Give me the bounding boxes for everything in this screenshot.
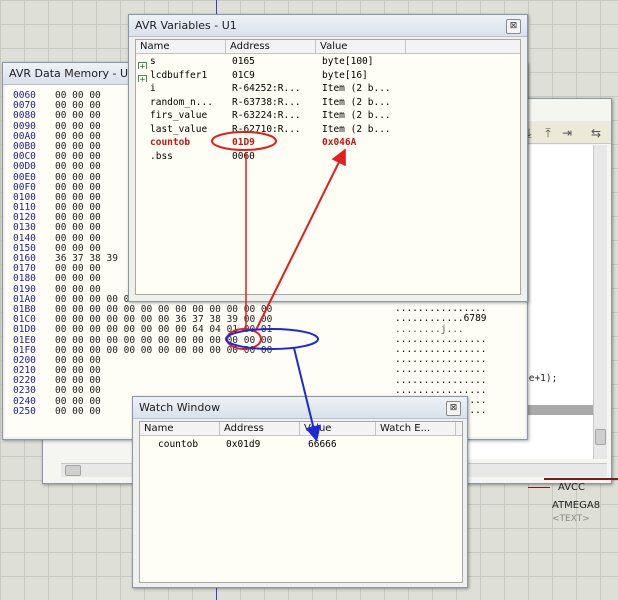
memory-ascii-row: ................ [395,364,487,376]
variable-name: firs_value [150,110,208,121]
code-vertical-scrollbar[interactable] [593,145,607,459]
watch-row-name: countob [158,439,199,450]
variable-name: lcdbuffer1 [150,69,208,81]
watch-window[interactable]: Watch Window ⊠ Name Address Value Watch … [132,396,468,588]
variable-name: countob [150,137,191,148]
watch-table: Name Address Value Watch E... countob 0x… [139,421,463,583]
chip-body-edge [544,478,618,480]
watch-header-expression[interactable]: Watch E... [376,422,456,435]
watch-header-address[interactable]: Address [220,422,300,435]
variable-name: s [150,56,156,67]
variable-row[interactable]: .bss 0060 [136,150,426,164]
variable-value: Item (2 b... [322,83,391,94]
avcc-pin-line [528,487,550,488]
variable-address: R-63738:R... [232,96,301,108]
memory-row-address: 0250 [13,405,36,417]
variable-value [316,150,426,164]
memory-row-bytes: 00 00 00 [55,405,101,417]
variables-window[interactable]: AVR Variables - U1 ⊠ Name Address Value … [128,14,528,302]
variable-row[interactable]: last_value R-62710:R... Item (2 b... [136,123,426,137]
variable-value: 0x046A [322,137,357,148]
variable-value: Item (2 b... [322,123,391,135]
variable-value: Item (2 b... [322,110,391,121]
memory-row-address: 01D0 [13,324,36,336]
watch-row-address: 0x01d9 [226,439,261,450]
code-hscroll-thumb[interactable] [65,465,81,476]
expand-icon[interactable]: + [138,61,147,69]
expand-icon[interactable]: + [138,75,147,82]
toggle-breakpoint-icon[interactable]: ⇆ [589,126,603,140]
variable-row[interactable]: + s 0165 byte[100] [136,55,426,69]
variable-name: last_value [150,123,208,135]
column-header-name[interactable]: Name [136,40,226,53]
variable-row[interactable]: + lcdbuffer1 01C9 byte[16] [136,69,426,82]
variable-value: Item (2 b... [322,96,391,108]
code-scroll-thumb[interactable] [595,429,606,445]
watch-title: Watch Window [133,397,467,419]
chip-name-label: ATMEGA8 [552,500,601,511]
variable-value: byte[100] [322,56,374,67]
variable-address: R-64252:R... [232,83,301,94]
variables-table-header: Name Address Value [136,40,520,54]
variable-row[interactable]: firs_value R-63224:R... Item (2 b... [136,109,426,123]
variable-address: R-63224:R... [232,110,301,121]
chip-text-placeholder: <TEXT> [552,514,590,524]
memory-row-address: 00D0 [13,161,36,173]
watch-close-button[interactable]: ⊠ [446,401,461,416]
watch-header-value[interactable]: Value [300,422,376,435]
variable-row[interactable]: countob 01D9 0x046A [136,136,426,150]
variables-table: Name Address Value + s 0165 byte[100] + lcdbu… [135,39,521,295]
code-line-fragment: ue+1); [523,373,558,384]
run-to-cursor-icon[interactable]: ⇥ [560,126,574,140]
step-out-icon[interactable]: ⤒ [541,126,555,140]
watch-header-name[interactable]: Name [140,422,220,435]
column-header-address[interactable]: Address [226,40,316,53]
variable-address: 0165 [232,56,255,67]
watch-table-header: Name Address Value Watch E... [140,422,462,436]
variable-name: .bss [150,150,173,162]
variable-row[interactable]: random_n... R-63738:R... Item (2 b... [136,96,426,110]
variable-name: random_n... [150,96,213,108]
variables-close-button[interactable]: ⊠ [506,19,521,34]
avcc-pin-label: AVCC [558,482,586,493]
variable-address: 01D9 [232,137,255,148]
variable-address: 0060 [232,150,255,162]
variable-address: R-62710:R... [232,123,301,135]
variable-name: i [150,83,156,94]
watch-row-value: 66666 [308,439,337,450]
variable-row[interactable]: i R-64252:R... Item (2 b... [136,82,426,96]
variable-address: 01C9 [232,69,255,81]
variables-title: AVR Variables - U1 [129,15,527,37]
variable-value: byte[16] [322,69,368,81]
column-header-value[interactable]: Value [316,40,406,53]
watch-row[interactable]: countob 0x01d9 66666 [140,438,460,451]
